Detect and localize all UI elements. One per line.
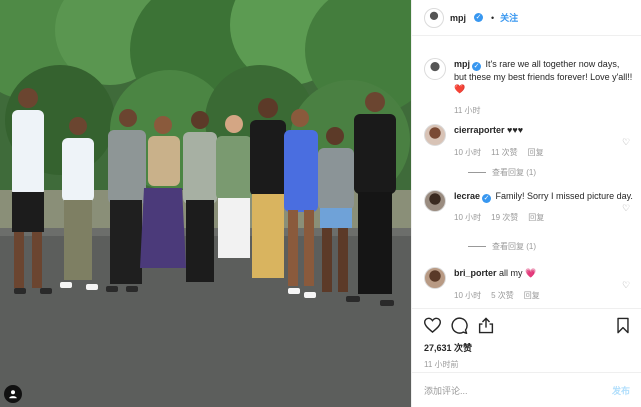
comment-text: ♥♥♥ <box>507 125 524 135</box>
heart-outline-icon[interactable] <box>423 317 442 335</box>
comment-time: 10 小时 <box>454 213 482 222</box>
pink-heart-emoji: 💗 <box>525 268 537 278</box>
red-heart-emoji: ❤️ <box>454 84 466 94</box>
small-heart-icon[interactable]: ♡ <box>622 138 630 147</box>
username-link[interactable]: mpj <box>450 13 466 23</box>
comment-item: cierraporter ♥♥♥ 10 小时 11 次赞 回复 ♡ <box>424 124 634 159</box>
comment-input[interactable]: 添加评论... <box>424 384 468 397</box>
view-replies[interactable]: 查看回复 (1) <box>468 167 536 178</box>
group-photo-illustration <box>0 0 411 407</box>
replies-line <box>468 246 486 247</box>
post-time: 11 小时前 <box>424 360 459 369</box>
comment-text: Family! Sorry I missed picture day. <box>495 191 633 201</box>
comment-username[interactable]: bri_porter <box>454 268 497 278</box>
caption-username[interactable]: mpj <box>454 59 470 69</box>
comment-time: 10 小时 <box>454 148 482 157</box>
caption: mpj ✓ It's rare we all together now days,… <box>424 58 634 117</box>
comment-item: bri_porter all my 💗 10 小时 5 次赞 回复 ♡ <box>424 267 634 302</box>
separator-dot: • <box>491 12 495 23</box>
view-replies[interactable]: 查看回复 (1) <box>468 241 536 252</box>
post-photo[interactable] <box>0 0 411 407</box>
comment-text: all my <box>499 268 526 278</box>
comment-item: lecrae ✓ Family! Sorry I missed picture d… <box>424 190 634 224</box>
small-heart-icon[interactable]: ♡ <box>622 204 630 213</box>
comment-likes[interactable]: 19 次赞 <box>491 212 518 224</box>
post-comment-button[interactable]: 发布 <box>612 384 630 397</box>
avatar[interactable] <box>424 267 446 289</box>
view-replies-label[interactable]: 查看回复 (1) <box>492 167 536 178</box>
caption-text: It's rare we all together now days, but … <box>454 59 633 82</box>
reply-button[interactable]: 回复 <box>528 212 544 224</box>
comment-likes[interactable]: 11 次赞 <box>491 147 518 159</box>
comment-bubble-icon[interactable] <box>451 317 468 336</box>
comment-time: 10 小时 <box>454 291 482 300</box>
comment-likes[interactable]: 5 次赞 <box>491 290 514 302</box>
post-side-panel: mpj ✓ • 关注 mpj ✓ It's rare we all togethe… <box>411 0 641 407</box>
post-header: mpj ✓ • 关注 <box>412 0 641 36</box>
follow-button[interactable]: 关注 <box>500 11 518 24</box>
comment-username[interactable]: lecrae <box>454 191 480 201</box>
post-actions: 27,631 次赞 11 小时前 <box>412 308 641 370</box>
bookmark-icon[interactable] <box>616 317 630 336</box>
reply-button[interactable]: 回复 <box>528 147 544 159</box>
avatar[interactable] <box>424 7 444 28</box>
verified-badge-icon: ✓ <box>474 13 484 22</box>
reply-button[interactable]: 回复 <box>524 290 540 302</box>
caption-time: 11 小时 <box>454 106 481 115</box>
verified-badge-icon: ✓ <box>472 62 482 71</box>
add-comment-bar: 添加评论... 发布 <box>412 372 641 407</box>
avatar[interactable] <box>424 58 446 80</box>
verified-badge-icon: ✓ <box>482 194 492 203</box>
instagram-post: mpj ✓ • 关注 mpj ✓ It's rare we all togethe… <box>0 0 641 407</box>
view-replies-label[interactable]: 查看回复 (1) <box>492 241 536 252</box>
avatar[interactable] <box>424 190 446 212</box>
share-upload-icon[interactable] <box>478 316 494 336</box>
like-count[interactable]: 27,631 次赞 <box>424 341 630 354</box>
avatar[interactable] <box>424 124 446 146</box>
user-tag-icon[interactable] <box>4 385 22 403</box>
replies-line <box>468 172 486 173</box>
small-heart-icon[interactable]: ♡ <box>622 281 630 290</box>
comment-username[interactable]: cierraporter <box>454 125 505 135</box>
